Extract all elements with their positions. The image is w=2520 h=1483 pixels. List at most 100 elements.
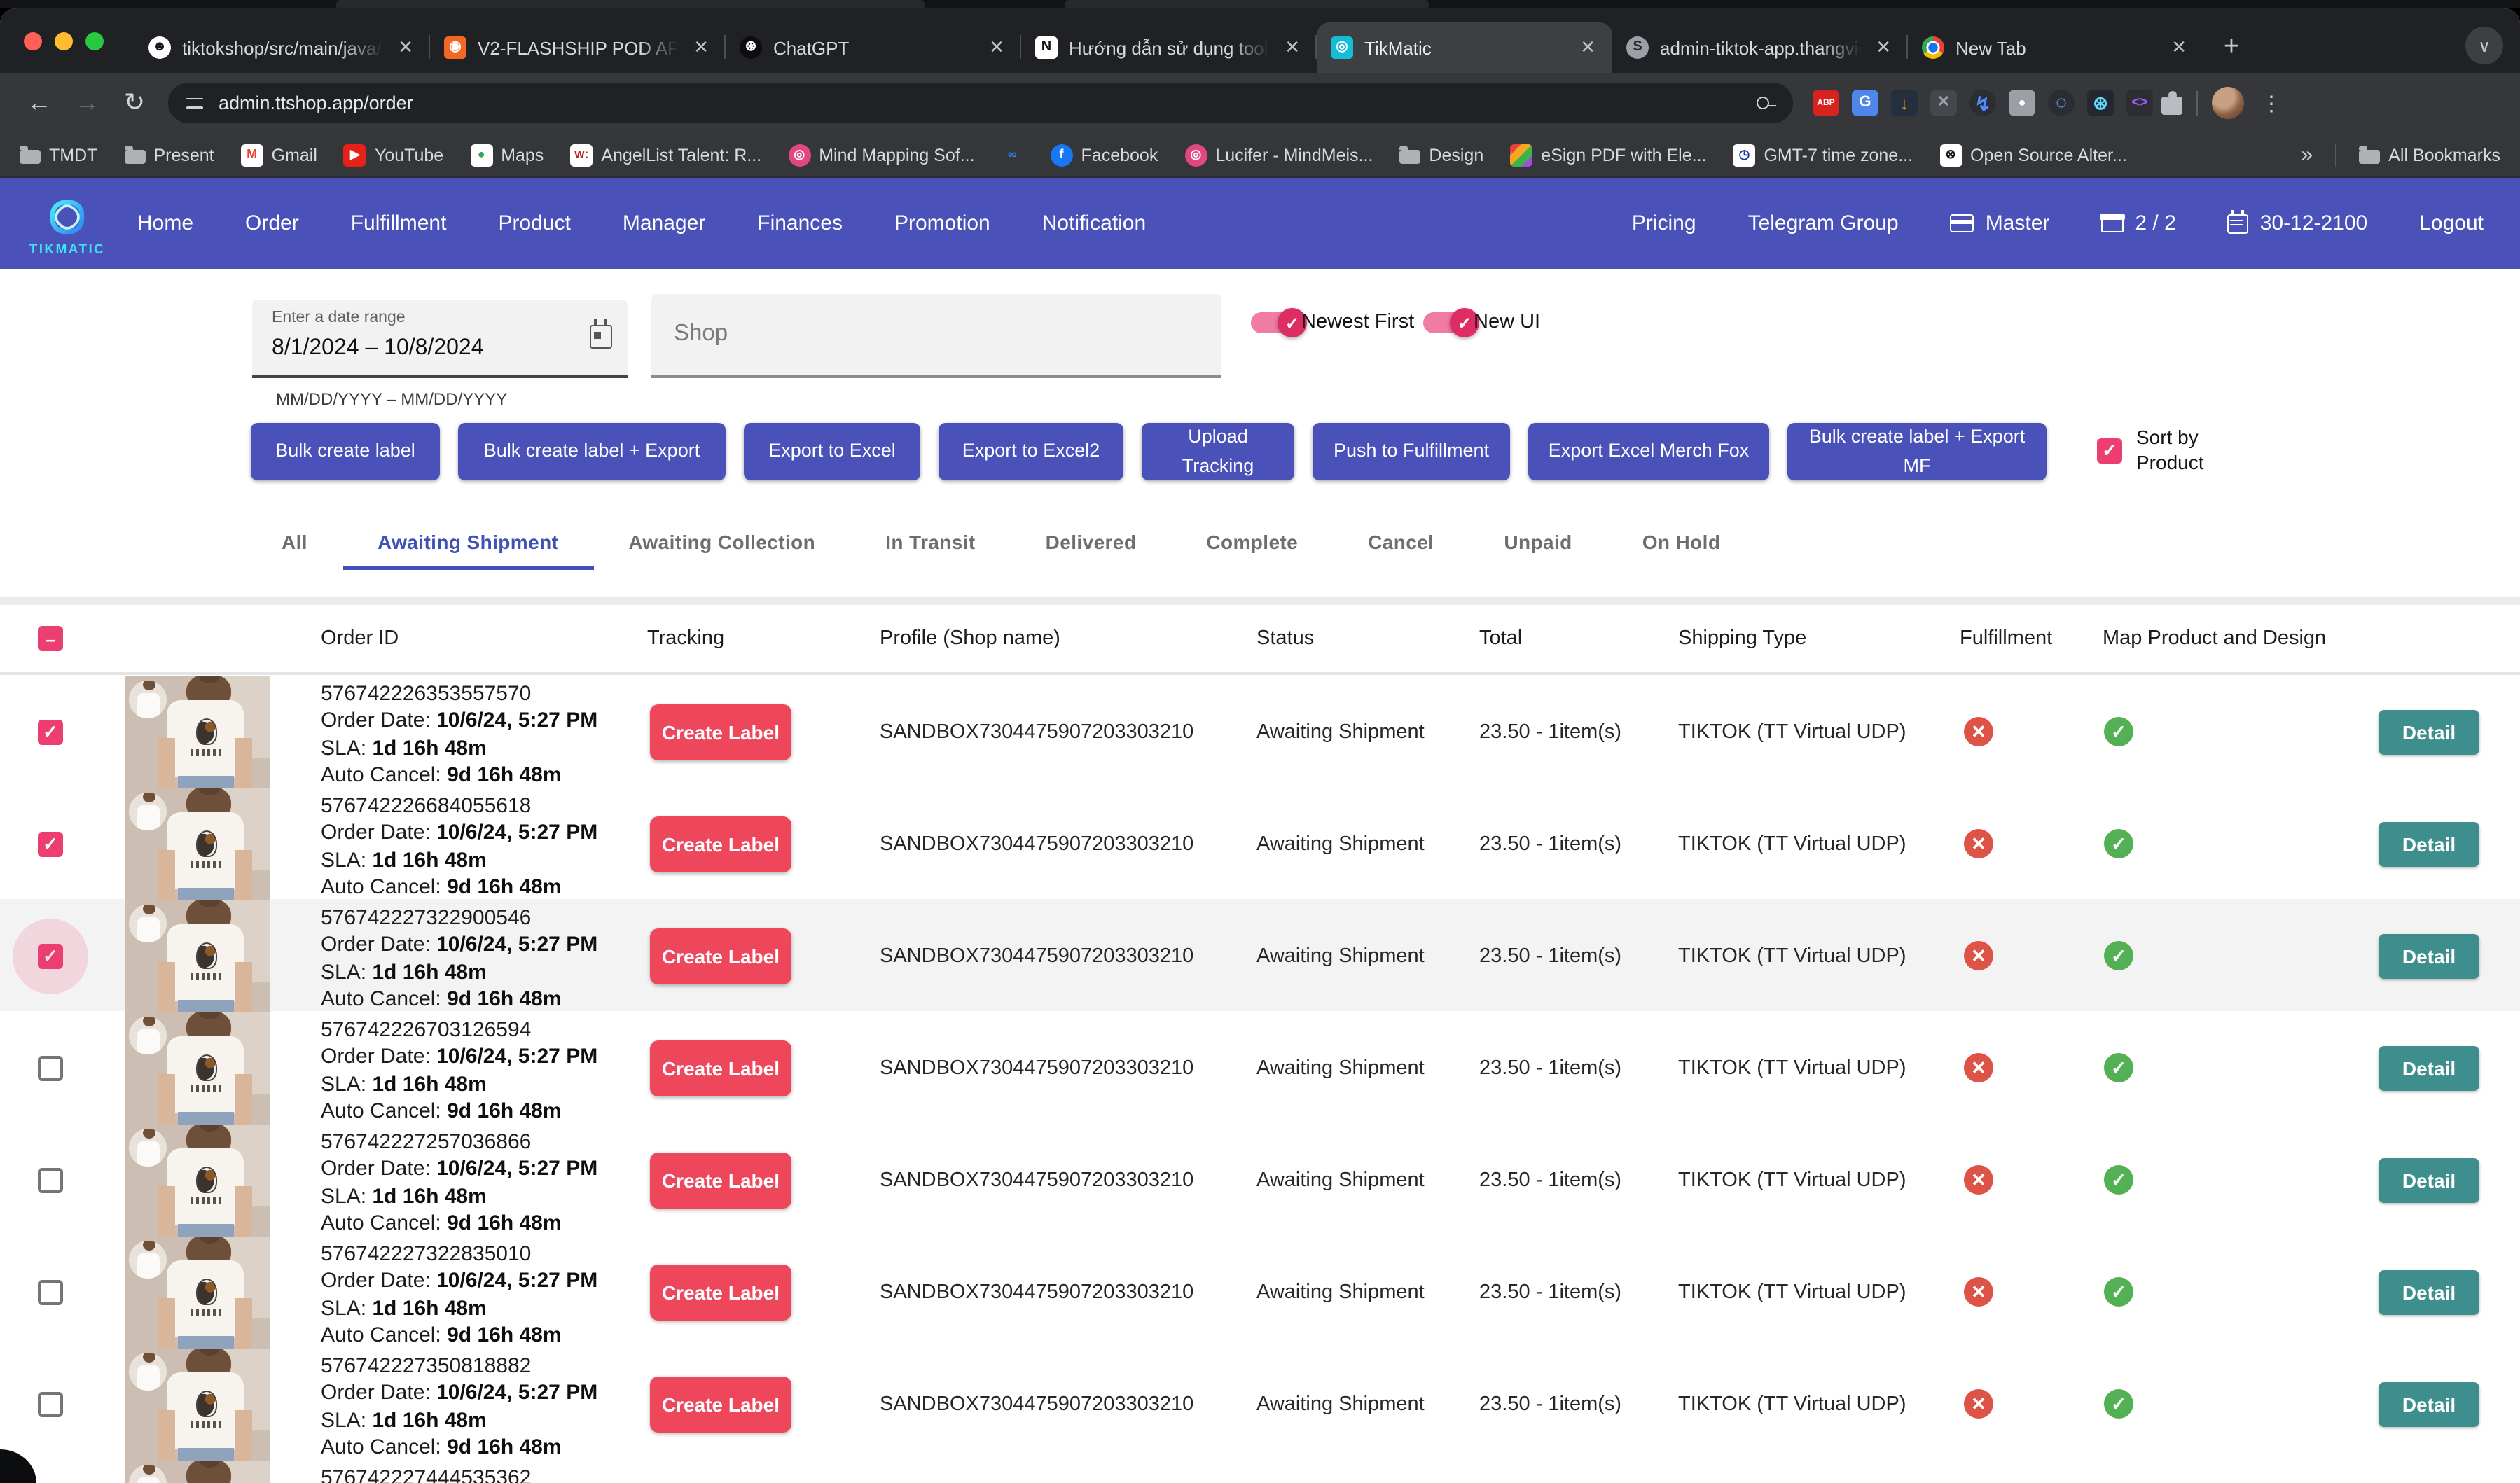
nav-item-notification[interactable]: Notification bbox=[1042, 211, 1146, 235]
nav-logout[interactable]: Logout bbox=[2419, 211, 2484, 235]
browser-tab[interactable]: ☻tiktokshop/src/main/java/co✕ bbox=[134, 22, 430, 73]
browser-tab[interactable]: New Tab✕ bbox=[1908, 22, 2203, 73]
shop-field[interactable]: Shop bbox=[651, 294, 1221, 378]
detail-button[interactable]: Detail bbox=[2379, 1045, 2479, 1090]
tab-close-icon[interactable]: ✕ bbox=[1282, 36, 1303, 59]
tab-close-icon[interactable]: ✕ bbox=[2168, 36, 2189, 59]
detail-button[interactable]: Detail bbox=[2379, 1381, 2479, 1426]
dev-brackets-icon[interactable]: <> bbox=[2126, 90, 2153, 116]
tab-close-icon[interactable]: ✕ bbox=[691, 36, 712, 59]
tab-close-icon[interactable]: ✕ bbox=[1873, 36, 1894, 59]
calendar-picker-icon[interactable] bbox=[590, 325, 612, 349]
ring-icon[interactable]: ○ bbox=[2048, 90, 2075, 116]
camera-icon[interactable]: ● bbox=[2009, 90, 2035, 116]
action-button[interactable]: Bulk create label bbox=[251, 423, 440, 480]
status-tab-complete[interactable]: Complete bbox=[1171, 518, 1333, 570]
bookmarks-overflow-chevron[interactable]: » bbox=[2301, 143, 2313, 167]
status-tab-delivered[interactable]: Delivered bbox=[1011, 518, 1172, 570]
react-devtools-icon[interactable]: ⊛ bbox=[2087, 90, 2114, 116]
tab-close-icon[interactable]: ✕ bbox=[1577, 36, 1598, 59]
status-tab-unpaid[interactable]: Unpaid bbox=[1469, 518, 1607, 570]
bookmark-item[interactable]: w:AngelList Talent: R... bbox=[570, 144, 761, 166]
bookmark-item[interactable]: ⊗Open Source Alter... bbox=[1939, 144, 2127, 166]
action-button[interactable]: Bulk create label + Export MF bbox=[1787, 423, 2047, 480]
date-range-value[interactable]: 8/1/2024 – 10/8/2024 bbox=[272, 336, 484, 361]
nav-item-manager[interactable]: Manager bbox=[623, 211, 705, 235]
tab-search-chevron-icon[interactable]: ∨ bbox=[2465, 27, 2503, 64]
bookmark-item[interactable]: ◎Mind Mapping Sof... bbox=[788, 144, 974, 166]
bookmark-item[interactable]: ◎Lucifer - MindMeis... bbox=[1184, 144, 1373, 166]
detail-button[interactable]: Detail bbox=[2379, 821, 2479, 866]
status-tab-cancel[interactable]: Cancel bbox=[1333, 518, 1469, 570]
reload-icon[interactable]: ↻ bbox=[115, 88, 154, 118]
bookmark-item[interactable]: ∞ bbox=[1002, 144, 1024, 166]
site-settings-icon[interactable] bbox=[185, 93, 206, 113]
bookmark-item[interactable]: Design bbox=[1399, 145, 1483, 165]
browser-tab[interactable]: ◉V2-FLASHSHIP POD API FO✕ bbox=[430, 22, 726, 73]
url-text[interactable]: admin.ttshop.app/order bbox=[219, 92, 1744, 113]
amazon-downloader-icon[interactable]: ↓ bbox=[1891, 90, 1918, 116]
tab-close-icon[interactable]: ✕ bbox=[395, 36, 416, 59]
url-bar[interactable]: admin.ttshop.app/order bbox=[168, 83, 1793, 123]
nav-telegram-group[interactable]: Telegram Group bbox=[1748, 211, 1899, 235]
nav-expiry-date[interactable]: 30-12-2100 bbox=[2228, 211, 2367, 235]
newest-first-toggle[interactable]: ✓ bbox=[1251, 312, 1303, 333]
row-checkbox[interactable] bbox=[38, 1279, 63, 1304]
nav-item-order[interactable]: Order bbox=[245, 211, 299, 235]
action-button[interactable]: Bulk create label + Export bbox=[458, 423, 726, 480]
zoom-window-button[interactable] bbox=[85, 32, 104, 50]
status-tab-on-hold[interactable]: On Hold bbox=[1607, 518, 1756, 570]
nav-pricing[interactable]: Pricing bbox=[1632, 211, 1696, 235]
date-range-field[interactable]: Enter a date range 8/1/2024 – 10/8/2024 bbox=[252, 300, 628, 378]
browser-tab[interactable]: NHướng dẫn sử dụng tool sel✕ bbox=[1021, 22, 1317, 73]
translate-icon[interactable]: G bbox=[1852, 90, 1878, 116]
bookmark-item[interactable]: MGmail bbox=[241, 144, 317, 166]
action-button[interactable]: Export Excel Merch Fox bbox=[1528, 423, 1769, 480]
action-button[interactable]: Export to Excel2 bbox=[939, 423, 1123, 480]
create-label-button[interactable]: Create Label bbox=[650, 1264, 791, 1320]
bookmark-item[interactable]: ●Maps bbox=[470, 144, 544, 166]
create-label-button[interactable]: Create Label bbox=[650, 1152, 791, 1208]
detail-button[interactable]: Detail bbox=[2379, 1269, 2479, 1314]
browser-tab[interactable]: Sadmin-tiktok-app.thangviet✕ bbox=[1612, 22, 1908, 73]
nav-item-promotion[interactable]: Promotion bbox=[894, 211, 990, 235]
action-button[interactable]: Export to Excel bbox=[744, 423, 920, 480]
browser-tab[interactable]: ⊛ChatGPT✕ bbox=[726, 22, 1021, 73]
profile-avatar[interactable] bbox=[2212, 87, 2244, 119]
bookmark-item[interactable]: ▶YouTube bbox=[344, 144, 443, 166]
tab-close-icon[interactable]: ✕ bbox=[986, 36, 1007, 59]
browser-tab[interactable]: ◎TikMatic✕ bbox=[1317, 22, 1612, 73]
row-checkbox[interactable] bbox=[38, 1167, 63, 1192]
new-tab-button[interactable]: + bbox=[2212, 28, 2251, 67]
detail-button[interactable]: Detail bbox=[2379, 1157, 2479, 1202]
select-all-checkbox[interactable]: – bbox=[38, 626, 63, 651]
detail-button[interactable]: Detail bbox=[2379, 933, 2479, 978]
bookmark-item[interactable]: ◷GMT-7 time zone... bbox=[1733, 144, 1913, 166]
action-button[interactable]: Upload Tracking bbox=[1142, 423, 1294, 480]
bookmark-item[interactable]: eSign PDF with Ele... bbox=[1510, 144, 1706, 166]
nav-item-product[interactable]: Product bbox=[498, 211, 570, 235]
row-checkbox[interactable]: ✓ bbox=[38, 719, 63, 744]
bookmark-item[interactable]: TMDT bbox=[20, 145, 97, 165]
minimize-window-button[interactable] bbox=[55, 32, 73, 50]
lightning-icon[interactable]: ↯ bbox=[1969, 90, 1996, 116]
row-checkbox[interactable]: ✓ bbox=[38, 831, 63, 856]
nav-master[interactable]: Master bbox=[1951, 211, 2050, 235]
password-key-icon[interactable] bbox=[1757, 93, 1776, 113]
browser-menu-kebab-icon[interactable]: ⋮ bbox=[2252, 90, 2290, 116]
status-tab-in-transit[interactable]: In Transit bbox=[850, 518, 1010, 570]
sort-by-product-checkbox[interactable]: ✓ bbox=[2097, 438, 2122, 463]
create-label-button[interactable]: Create Label bbox=[650, 704, 791, 760]
status-tab-awaiting-shipment[interactable]: Awaiting Shipment bbox=[342, 518, 593, 570]
row-checkbox[interactable] bbox=[38, 1391, 63, 1416]
back-icon[interactable]: ← bbox=[20, 88, 59, 118]
all-bookmarks[interactable]: All Bookmarks bbox=[2359, 145, 2500, 165]
close-window-button[interactable] bbox=[24, 32, 42, 50]
x-icon[interactable]: ✕ bbox=[1930, 90, 1957, 116]
nav-item-finances[interactable]: Finances bbox=[757, 211, 843, 235]
nav-item-home[interactable]: Home bbox=[137, 211, 193, 235]
adblock-icon[interactable]: ABP bbox=[1813, 90, 1839, 116]
action-button[interactable]: Push to Fulfillment bbox=[1313, 423, 1510, 480]
detail-button[interactable]: Detail bbox=[2379, 709, 2479, 754]
create-label-button[interactable]: Create Label bbox=[650, 1376, 791, 1432]
